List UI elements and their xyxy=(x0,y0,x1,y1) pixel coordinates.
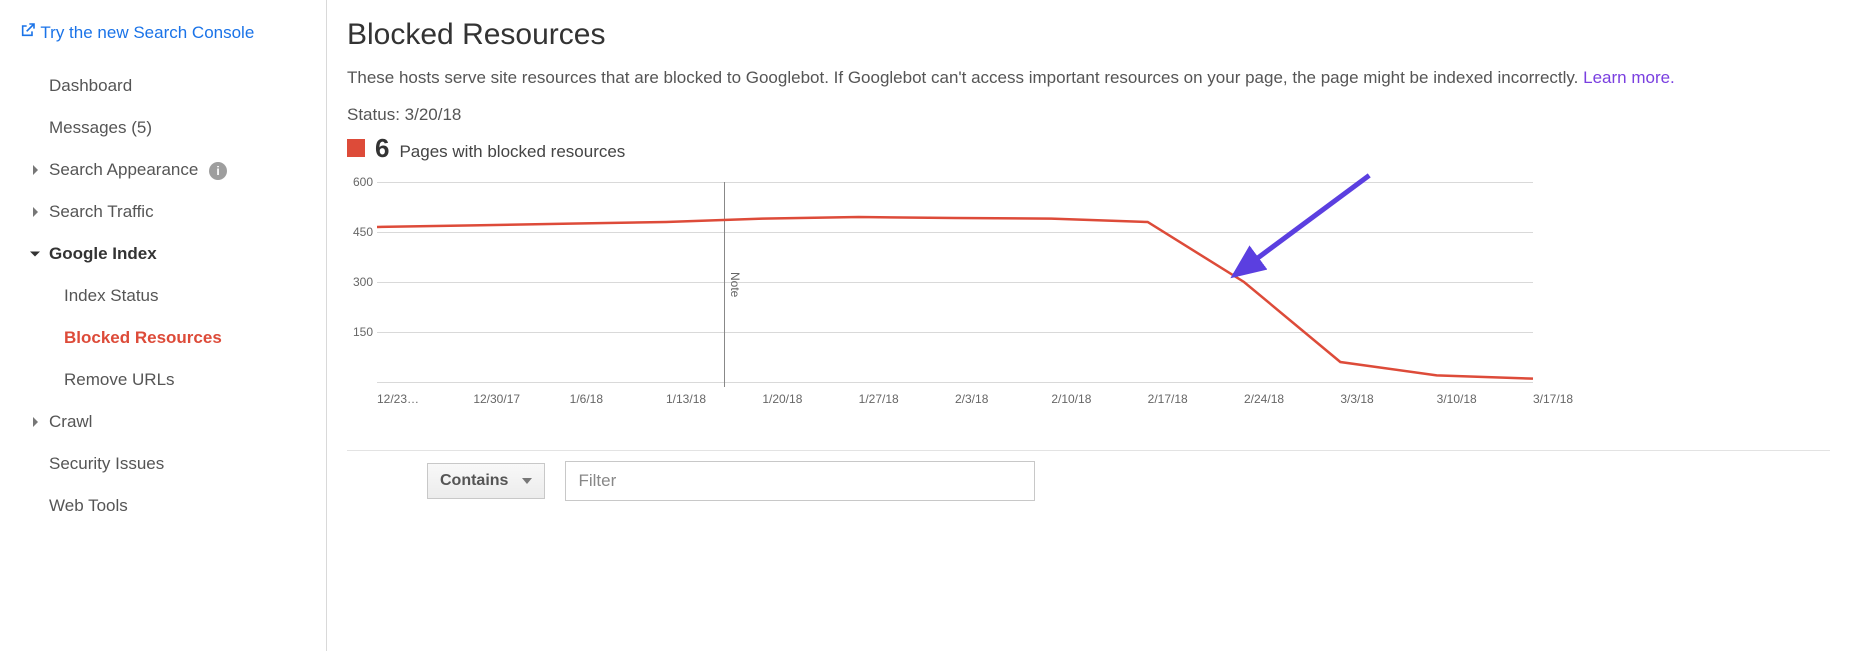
main-content: Blocked Resources These hosts serve site… xyxy=(327,0,1850,651)
sidebar-item-label: Dashboard xyxy=(49,76,132,95)
chart-ytick-label: 600 xyxy=(343,175,373,189)
sidebar-item-label: Messages (5) xyxy=(49,118,152,137)
chart-xtick-label: 1/13/18 xyxy=(666,392,706,406)
sidebar-item-label: Search Traffic xyxy=(49,202,154,221)
sidebar-item-messages[interactable]: Messages (5) xyxy=(0,107,326,149)
external-link-icon xyxy=(20,22,36,38)
learn-more-link[interactable]: Learn more. xyxy=(1583,68,1675,87)
description-text: These hosts serve site resources that ar… xyxy=(347,68,1583,87)
sidebar-item-search-appearance[interactable]: Search Appearance i xyxy=(0,149,326,191)
legend-label: Pages with blocked resources xyxy=(399,142,625,162)
chart-xtick-label: 3/10/18 xyxy=(1437,392,1477,406)
info-icon: i xyxy=(209,162,227,180)
filter-match-button[interactable]: Contains xyxy=(427,463,545,499)
filter-bar: Contains xyxy=(347,450,1830,515)
chevron-down-icon xyxy=(522,478,532,484)
sidebar-item-blocked-resources[interactable]: Blocked Resources xyxy=(0,317,326,359)
page-title: Blocked Resources xyxy=(347,18,1830,52)
sidebar-item-google-index[interactable]: Google Index xyxy=(0,233,326,275)
try-new-console-link[interactable]: Try the new Search Console xyxy=(0,14,326,51)
chart-xtick-label: 3/3/18 xyxy=(1340,392,1373,406)
chart-xtick-label: 2/24/18 xyxy=(1244,392,1284,406)
chart-xtick-label: 1/20/18 xyxy=(762,392,802,406)
sidebar-item-remove-urls[interactable]: Remove URLs xyxy=(0,359,326,401)
chart-ytick-label: 150 xyxy=(343,325,373,339)
legend-swatch xyxy=(347,139,365,157)
sidebar-item-label: Web Tools xyxy=(49,496,128,515)
chart-xtick-label: 2/17/18 xyxy=(1148,392,1188,406)
sidebar-item-label: Crawl xyxy=(49,412,92,431)
sidebar-item-dashboard[interactable]: Dashboard xyxy=(0,65,326,107)
chart-ytick-label: 450 xyxy=(343,225,373,239)
chart-xtick-label: 2/10/18 xyxy=(1051,392,1091,406)
chart-xtick-label: 12/30/17 xyxy=(473,392,520,406)
sidebar-item-label: Blocked Resources xyxy=(64,328,222,347)
page-description: These hosts serve site resources that ar… xyxy=(347,66,1830,91)
chart-legend: 6 Pages with blocked resources xyxy=(347,133,1830,164)
chart-ytick-label: 300 xyxy=(343,275,373,289)
sidebar-item-label: Index Status xyxy=(64,286,159,305)
legend-count: 6 xyxy=(375,133,389,164)
chart-series-line xyxy=(377,217,1533,379)
sidebar-item-web-tools[interactable]: Web Tools xyxy=(0,485,326,527)
try-new-console-label: Try the new Search Console xyxy=(40,23,254,42)
sidebar-item-label: Security Issues xyxy=(49,454,164,473)
filter-input[interactable] xyxy=(565,461,1035,501)
filter-match-label: Contains xyxy=(440,472,508,490)
sidebar-item-label: Remove URLs xyxy=(64,370,175,389)
chart-xtick-label: 2/3/18 xyxy=(955,392,988,406)
sidebar-item-crawl[interactable]: Crawl xyxy=(0,401,326,443)
chart-xtick-label: 3/17/18 xyxy=(1533,392,1573,406)
status-line: Status: 3/20/18 xyxy=(347,105,1830,125)
chart-x-axis: 12/23… 12/30/17 1/6/18 1/13/18 1/20/18 1/27/1… xyxy=(377,392,1533,412)
chart-xtick-label: 1/6/18 xyxy=(570,392,603,406)
chart-plot xyxy=(377,182,1533,387)
chart-xtick-label: 12/23… xyxy=(377,392,419,406)
status-date: 3/20/18 xyxy=(405,105,462,124)
chart: 15030045060012/23…12/30/171/6/181/13/181… xyxy=(343,182,1533,412)
sidebar-item-search-traffic[interactable]: Search Traffic xyxy=(0,191,326,233)
sidebar-item-label: Google Index xyxy=(49,244,157,263)
status-label: Status: xyxy=(347,105,405,124)
chart-xtick-label: 1/27/18 xyxy=(859,392,899,406)
nav: Dashboard Messages (5) Search Appearance… xyxy=(0,65,326,527)
sidebar-item-index-status[interactable]: Index Status xyxy=(0,275,326,317)
sidebar: Try the new Search Console Dashboard Mes… xyxy=(0,0,327,651)
sidebar-item-label: Search Appearance xyxy=(49,160,198,179)
sidebar-item-security-issues[interactable]: Security Issues xyxy=(0,443,326,485)
